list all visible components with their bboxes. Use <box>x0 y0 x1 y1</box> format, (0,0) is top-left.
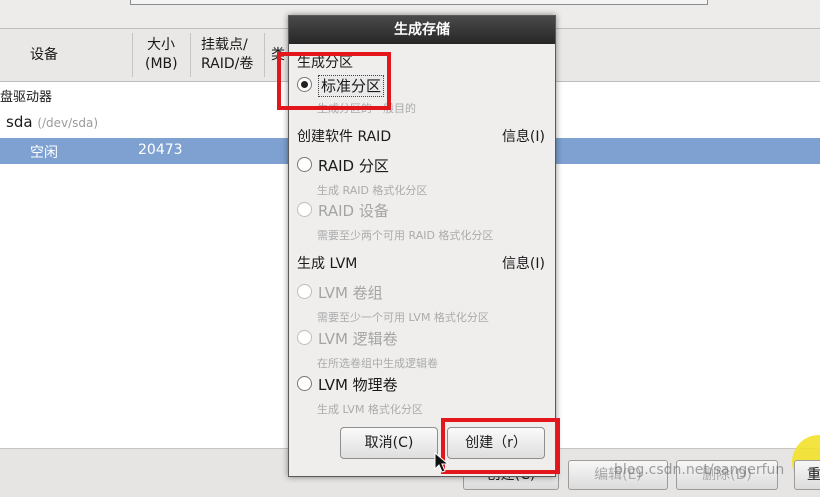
dialog-title: 生成存储 <box>289 16 555 44</box>
raid-partition-label: RAID 分区 <box>318 157 389 175</box>
column-mount-line2[interactable]: RAID/卷 <box>201 54 253 74</box>
lvm-info-link[interactable]: 信息(I) <box>502 253 545 273</box>
lvm-pv-label: LVM 物理卷 <box>318 376 398 394</box>
section-software-raid: 创建软件 RAID <box>297 129 392 145</box>
free-size: 20473 <box>138 142 183 158</box>
top-input-field <box>130 0 708 5</box>
column-size-line2[interactable]: (MB) <box>145 54 178 74</box>
dialog-cancel-button[interactable]: 取消(C) <box>340 427 438 459</box>
lvm-pv-desc: 生成 LVM 格式化分区 <box>317 403 423 416</box>
radio-lvm-volume-group[interactable]: LVM 卷组 <box>297 283 383 303</box>
free-label: 空闲 <box>30 145 58 161</box>
radio-lvm-logical-volume[interactable]: LVM 逻辑卷 <box>297 329 398 349</box>
radio-icon <box>297 330 312 345</box>
lvm-lv-label: LVM 逻辑卷 <box>318 330 398 348</box>
section-create-lvm: 生成 LVM <box>297 256 358 272</box>
tree-row-drives[interactable]: 盘驱动器 <box>0 86 52 105</box>
radio-icon <box>297 284 312 299</box>
sda-path: (/dev/sda) <box>37 116 99 130</box>
column-device[interactable]: 设备 <box>30 45 58 65</box>
annotation-box-create-button <box>441 418 560 474</box>
lvm-lv-desc: 在所选卷组中生成逻辑卷 <box>317 357 438 370</box>
column-mount-line1[interactable]: 挂载点/ <box>201 35 248 55</box>
lvm-vg-label: LVM 卷组 <box>318 284 383 302</box>
lvm-vg-desc: 需要至少一个可用 LVM 格式化分区 <box>317 311 489 324</box>
radio-icon <box>297 376 312 391</box>
mouse-cursor-icon <box>434 452 450 473</box>
raid-info-link[interactable]: 信息(I) <box>502 126 545 146</box>
reset-button[interactable]: 重 <box>794 460 820 490</box>
watermark: blog.csdn.net/sangerfun <box>614 462 785 478</box>
radio-raid-device[interactable]: RAID 设备 <box>297 201 389 221</box>
radio-raid-partition[interactable]: RAID 分区 <box>297 156 389 176</box>
raid-device-label: RAID 设备 <box>318 202 389 220</box>
tree-row-sda[interactable]: sda (/dev/sda) <box>6 113 98 131</box>
radio-icon <box>297 157 312 172</box>
column-size-line1[interactable]: 大小 <box>147 35 175 55</box>
raid-device-desc: 需要至少两个可用 RAID 格式化分区 <box>317 229 494 242</box>
radio-lvm-physical-volume[interactable]: LVM 物理卷 <box>297 375 398 395</box>
annotation-box-standard-partition <box>277 52 391 110</box>
sda-name: sda <box>6 113 33 131</box>
radio-icon <box>297 202 312 217</box>
raid-partition-desc: 生成 RAID 格式化分区 <box>317 184 428 197</box>
